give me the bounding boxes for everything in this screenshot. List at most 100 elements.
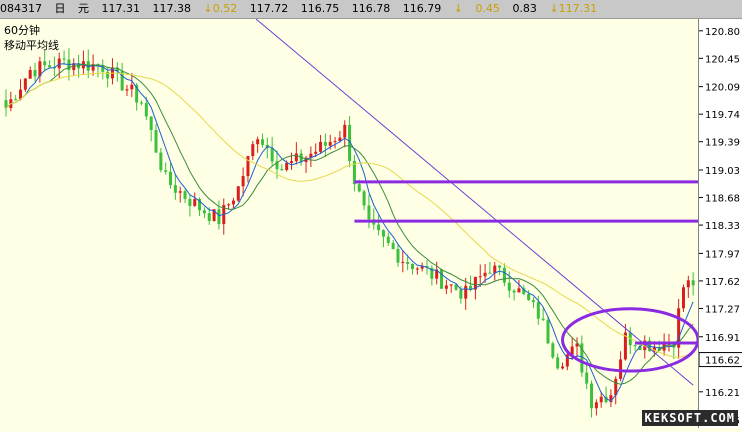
y-tick-label: 119.39 — [705, 138, 740, 149]
y-tick-label: 118.33 — [705, 221, 740, 232]
candle-body — [449, 284, 453, 286]
candle-body — [546, 320, 550, 344]
candle-body — [478, 276, 482, 278]
candle-body — [144, 102, 148, 117]
y-tick-label: 117.62 — [705, 277, 740, 288]
candle-body — [33, 70, 37, 77]
candle-body — [590, 383, 594, 409]
candle-body — [498, 265, 502, 268]
price-chart[interactable] — [0, 19, 698, 428]
period-text: 60分钟 — [4, 24, 40, 37]
y-tick-label: 120.45 — [705, 54, 740, 65]
candles-layer — [4, 48, 695, 418]
candle-body — [183, 191, 187, 199]
candle-body — [619, 359, 623, 379]
candle-body — [231, 200, 235, 205]
high-price: 117.72 — [249, 2, 289, 15]
candle-body — [401, 261, 405, 263]
currency-label: 元 — [78, 2, 89, 15]
last-price: 117.31 — [101, 2, 141, 15]
candle-body — [362, 191, 366, 206]
candle-body — [396, 248, 400, 263]
candle-body — [159, 152, 163, 171]
ma-short-line — [5, 63, 694, 402]
candle-body — [410, 263, 414, 270]
candle-body — [512, 290, 516, 293]
y-tick-label: 116.91 — [705, 333, 740, 344]
candle-body — [251, 144, 255, 157]
period-label[interactable]: 日 — [55, 0, 66, 18]
instrument-code: 084317 — [0, 2, 42, 15]
candle-body — [169, 171, 173, 186]
y-tick-label: 120.09 — [705, 83, 740, 94]
candle-body — [188, 198, 192, 206]
indicator-text: 移动平均线 — [4, 39, 59, 52]
candle-body — [28, 70, 32, 79]
change-value: ↓0.52 — [204, 0, 238, 18]
candle-body — [594, 402, 598, 409]
candle-body — [681, 287, 685, 309]
candle-body — [459, 289, 463, 299]
candle-body — [488, 272, 492, 274]
candle-body — [139, 102, 143, 104]
candle-body — [319, 141, 323, 152]
candle-body — [357, 184, 361, 192]
range-value: 0.83 — [512, 2, 537, 15]
candle-body — [260, 139, 264, 145]
candle-body — [285, 162, 289, 170]
annotation-layer — [255, 19, 698, 386]
candle-body — [62, 58, 66, 60]
y-tick-label: 120.80 — [705, 27, 740, 38]
candle-body — [531, 300, 535, 303]
candle-body — [381, 230, 385, 237]
candle-body — [517, 288, 521, 293]
candle-body — [23, 78, 27, 90]
current-price-label: 116.62 — [705, 356, 740, 367]
prev-close: 117.38 — [152, 2, 192, 15]
candle-body — [440, 269, 444, 289]
candle-body — [483, 272, 487, 277]
trend-line[interactable] — [255, 19, 694, 386]
candle-body — [386, 236, 390, 243]
pct-change: 0.45 — [475, 2, 500, 15]
candle-body — [256, 139, 260, 145]
candle-body — [377, 224, 381, 231]
low-price: 116.75 — [300, 2, 340, 15]
avg-value: ↓117.31 — [549, 0, 597, 18]
candle-body — [241, 176, 245, 187]
candle-body — [280, 169, 284, 171]
avg-arrow-icon: ↓ — [549, 2, 559, 15]
candle-body — [527, 294, 531, 301]
candle-body — [202, 210, 206, 214]
bid-price: 116.78 — [351, 2, 391, 15]
candle-body — [57, 58, 61, 69]
candle-body — [14, 99, 18, 101]
candle-body — [391, 242, 395, 249]
y-tick-label: 119.03 — [705, 166, 740, 177]
ask-price: 116.79 — [402, 2, 442, 15]
candle-body — [686, 280, 690, 288]
price-axis-svg: 120.80 120.45 120.09 119.74 119.39 119.03 118.… — [698, 27, 742, 427]
candle-body — [270, 148, 274, 162]
candle-body — [551, 343, 555, 358]
moving-averages-layer — [5, 63, 694, 402]
candle-body — [328, 141, 332, 146]
candle-body — [599, 396, 603, 403]
candle-body — [173, 185, 177, 193]
y-tick-label: 119.74 — [705, 110, 740, 121]
candle-body — [367, 205, 371, 220]
candle-body — [556, 357, 560, 369]
candle-body — [48, 65, 52, 68]
candle-body — [106, 71, 110, 79]
candle-body — [43, 61, 47, 66]
candle-body — [294, 153, 298, 162]
ma-mid-line — [5, 63, 694, 385]
y-tick-label: 118.68 — [705, 194, 740, 205]
candle-body — [193, 199, 197, 206]
candle-body — [507, 282, 511, 291]
candle-body — [633, 345, 637, 347]
candle-body — [464, 285, 468, 299]
candle-body — [406, 261, 410, 264]
y-tick-label: 116.21 — [705, 388, 740, 399]
watermark: KEKSOFT.COM — [641, 410, 738, 426]
